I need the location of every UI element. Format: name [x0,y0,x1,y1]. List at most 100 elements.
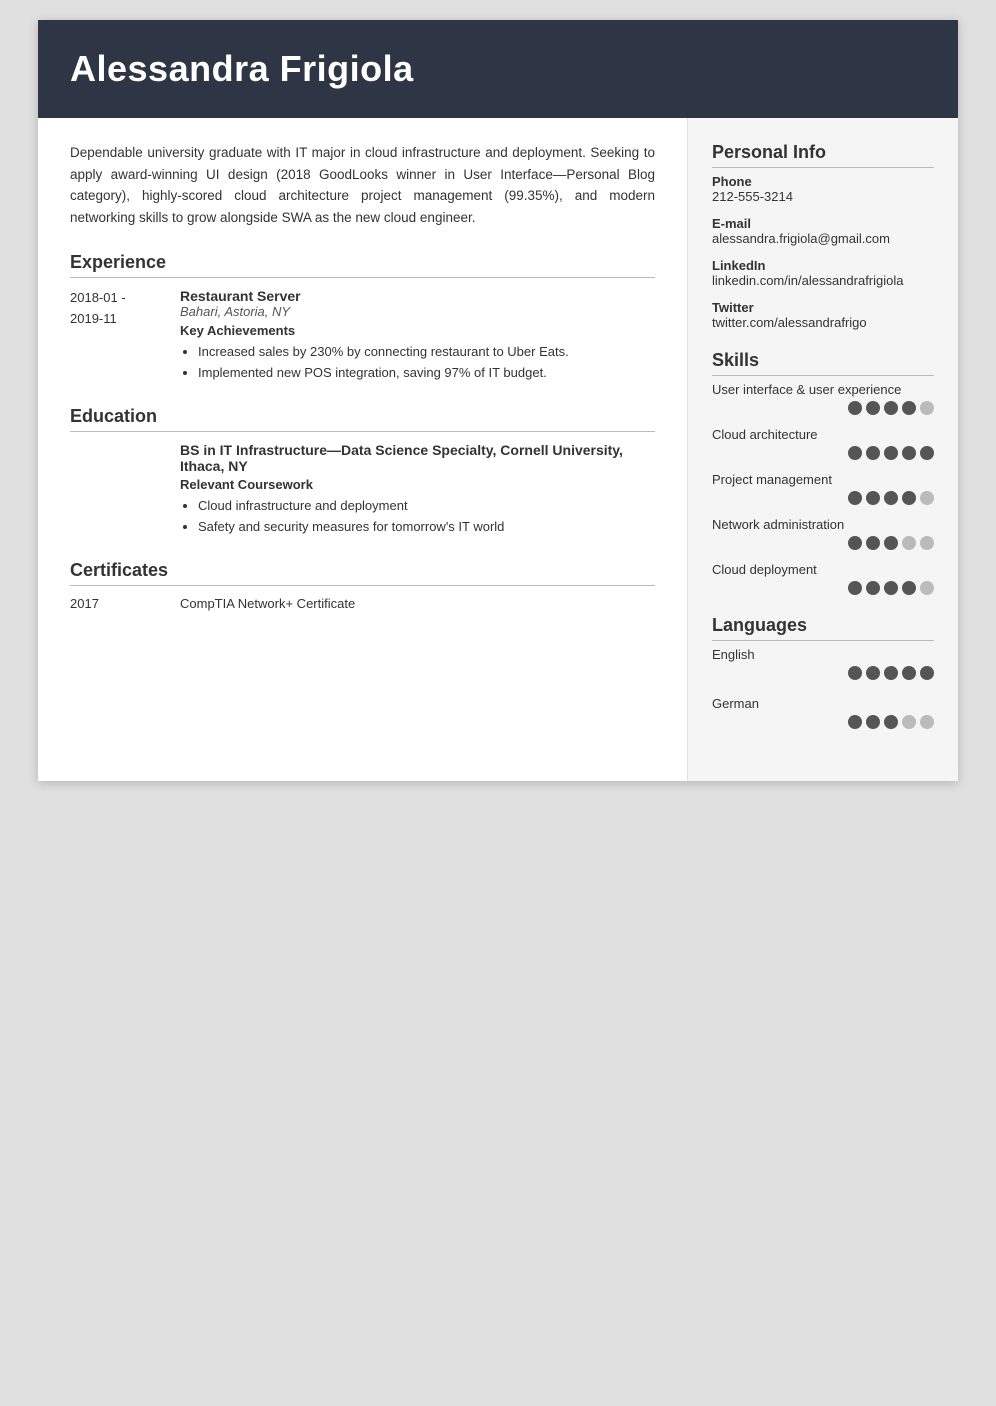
skills-container: User interface & user experience Cloud ar… [712,382,934,595]
education-title: Education [70,406,655,432]
dot-filled [848,491,862,505]
skill-dots [712,581,934,595]
twitter-value: twitter.com/alessandrafrigo [712,315,934,330]
skill-item: Network administration [712,517,934,550]
coursework-item: Safety and security measures for tomorro… [198,517,655,538]
edu-date [70,442,180,538]
skill-name: Cloud architecture [712,427,934,442]
dot-filled [884,446,898,460]
side-column: Personal Info Phone 212-555-3214 E-mail … [688,118,958,781]
languages-container: English German [712,647,934,729]
language-item: English [712,647,934,680]
dot-filled [866,446,880,460]
dot-filled [866,536,880,550]
summary-text: Dependable university graduate with IT m… [70,142,655,228]
dot-filled [884,666,898,680]
skill-dots [712,536,934,550]
experience-title: Experience [70,252,655,278]
certificates-section: Certificates 2017 CompTIA Network+ Certi… [70,560,655,611]
skills-title: Skills [712,350,934,376]
cert-entry: 2017 CompTIA Network+ Certificate [70,596,655,611]
dot-filled [848,666,862,680]
skill-dots [712,446,934,460]
dot-filled [902,401,916,415]
achievements-list: Increased sales by 230% by connecting re… [180,342,655,384]
dot-filled [884,491,898,505]
languages-title: Languages [712,615,934,641]
coursework-title: Relevant Coursework [180,477,655,492]
email-value: alessandra.frigiola@gmail.com [712,231,934,246]
main-column: Dependable university graduate with IT m… [38,118,688,781]
email-label: E-mail [712,216,934,231]
dot-filled [848,536,862,550]
language-item: German [712,696,934,729]
info-phone: Phone 212-555-3214 [712,174,934,204]
dot-filled [902,491,916,505]
dot-empty [920,715,934,729]
skill-name: Network administration [712,517,934,532]
language-dots [712,715,934,729]
skill-dots [712,491,934,505]
dot-empty [920,401,934,415]
dot-filled [920,446,934,460]
experience-entry: 2018-01 - 2019-11 Restaurant Server Baha… [70,288,655,384]
language-dots [712,666,934,680]
dot-filled [884,715,898,729]
cert-name: CompTIA Network+ Certificate [180,596,355,611]
resume-header: Alessandra Frigiola [38,20,958,118]
dot-filled [902,446,916,460]
languages-section: Languages English German [712,615,934,729]
dot-filled [848,715,862,729]
dot-filled [902,666,916,680]
skill-item: Project management [712,472,934,505]
info-email: E-mail alessandra.frigiola@gmail.com [712,216,934,246]
edu-details: BS in IT Infrastructure—Data Science Spe… [180,442,655,538]
language-name: English [712,647,934,662]
skill-name: Project management [712,472,934,487]
info-twitter: Twitter twitter.com/alessandrafrigo [712,300,934,330]
dot-filled [866,401,880,415]
dot-filled [866,491,880,505]
dot-filled [902,581,916,595]
dot-filled [920,666,934,680]
skills-section: Skills User interface & user experience C… [712,350,934,595]
exp-details: Restaurant Server Bahari, Astoria, NY Ke… [180,288,655,384]
achievements-title: Key Achievements [180,323,655,338]
dot-filled [848,581,862,595]
coursework-list: Cloud infrastructure and deployment Safe… [180,496,655,538]
language-name: German [712,696,934,711]
dot-empty [902,536,916,550]
phone-value: 212-555-3214 [712,189,934,204]
skill-item: Cloud architecture [712,427,934,460]
dot-filled [848,401,862,415]
edu-degree: BS in IT Infrastructure—Data Science Spe… [180,442,655,474]
candidate-name: Alessandra Frigiola [70,48,926,90]
dot-filled [848,446,862,460]
dot-filled [866,666,880,680]
exp-company: Bahari, Astoria, NY [180,304,655,319]
education-section: Education BS in IT Infrastructure—Data S… [70,406,655,538]
twitter-label: Twitter [712,300,934,315]
phone-label: Phone [712,174,934,189]
cert-year: 2017 [70,596,180,611]
info-linkedin: LinkedIn linkedin.com/in/alessandrafrigi… [712,258,934,288]
dot-filled [866,581,880,595]
dot-filled [884,536,898,550]
personal-info-section: Personal Info Phone 212-555-3214 E-mail … [712,142,934,330]
dot-empty [902,715,916,729]
exp-date: 2018-01 - 2019-11 [70,288,180,384]
dot-empty [920,581,934,595]
resume-page: Alessandra Frigiola Dependable universit… [38,20,958,781]
skill-item: Cloud deployment [712,562,934,595]
body-content: Dependable university graduate with IT m… [38,118,958,781]
edu-entry: BS in IT Infrastructure—Data Science Spe… [70,442,655,538]
skill-item: User interface & user experience [712,382,934,415]
achievement-item: Implemented new POS integration, saving … [198,363,655,384]
linkedin-value: linkedin.com/in/alessandrafrigiola [712,273,934,288]
experience-section: Experience 2018-01 - 2019-11 Restaurant … [70,252,655,384]
dot-filled [866,715,880,729]
skill-name: User interface & user experience [712,382,934,397]
skill-name: Cloud deployment [712,562,934,577]
linkedin-label: LinkedIn [712,258,934,273]
certificates-title: Certificates [70,560,655,586]
